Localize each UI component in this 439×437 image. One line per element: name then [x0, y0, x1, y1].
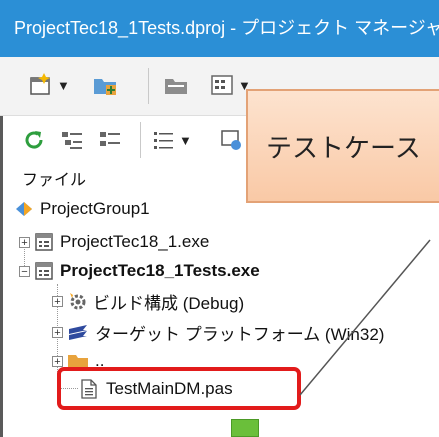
- tree-item-project1[interactable]: + ProjectTec18_1.exe: [19, 228, 209, 256]
- tree-item-label: ProjectTec18_1.exe: [60, 232, 210, 251]
- tree-item-build-config[interactable]: + ビルド構成 (Debug): [52, 287, 244, 315]
- tree-item-label: ProjectTec18_1Tests.exe: [60, 261, 260, 280]
- gear-icon: [70, 293, 86, 310]
- folder-icon: [165, 79, 187, 94]
- window-title: ProjectTec18_1Tests.dproj - プロジェクト マネージャ: [0, 0, 439, 57]
- tree-item-label: ProjectGroup1: [40, 199, 150, 218]
- settings-icon: [221, 130, 241, 150]
- panel-border: [0, 116, 3, 437]
- list-icon: [154, 132, 173, 149]
- chevron-down-icon[interactable]: ▼: [179, 133, 192, 148]
- project-file-icon: [35, 233, 53, 251]
- project-group-icon: [16, 202, 32, 216]
- platform-icon: [69, 325, 87, 340]
- callout-pointer: [299, 239, 431, 396]
- add-folder-icon: [94, 79, 116, 95]
- collapse-tree-icon: [100, 132, 120, 146]
- refresh-button[interactable]: [22, 126, 46, 154]
- refresh-icon: [25, 131, 43, 149]
- expand-icon[interactable]: +: [52, 295, 63, 307]
- add-file-button[interactable]: [92, 71, 118, 99]
- expand-all-button[interactable]: [60, 126, 84, 154]
- collapse-all-button[interactable]: [98, 126, 122, 154]
- toolbar-separator: [140, 122, 141, 158]
- remove-button[interactable]: [163, 71, 189, 99]
- expand-tree-icon: [62, 132, 82, 149]
- toolbar-separator: [148, 68, 149, 104]
- chevron-down-icon[interactable]: ▼: [57, 78, 70, 93]
- options-button[interactable]: [220, 126, 244, 154]
- callout-box: テストケース: [246, 89, 439, 203]
- new-project-icon: [30, 73, 50, 95]
- new-project-button[interactable]: ▼: [28, 71, 70, 99]
- view-button[interactable]: ▼: [209, 71, 251, 99]
- expand-icon[interactable]: +: [52, 326, 63, 338]
- grid-view-icon: [211, 75, 233, 95]
- sort-button[interactable]: ▼: [152, 126, 192, 154]
- expand-icon[interactable]: +: [19, 236, 30, 248]
- tree-item-label: ビルド構成 (Debug): [93, 293, 245, 313]
- highlight-box: [57, 367, 301, 410]
- collapse-icon[interactable]: −: [19, 265, 30, 277]
- panel-label: ファイル: [22, 172, 87, 189]
- tree-item-project-group[interactable]: ProjectGroup1: [14, 195, 150, 223]
- project-file-icon: [35, 262, 53, 280]
- tree-item-project2[interactable]: − ProjectTec18_1Tests.exe: [19, 257, 260, 285]
- green-marker: [231, 419, 259, 437]
- expand-icon[interactable]: +: [52, 355, 63, 367]
